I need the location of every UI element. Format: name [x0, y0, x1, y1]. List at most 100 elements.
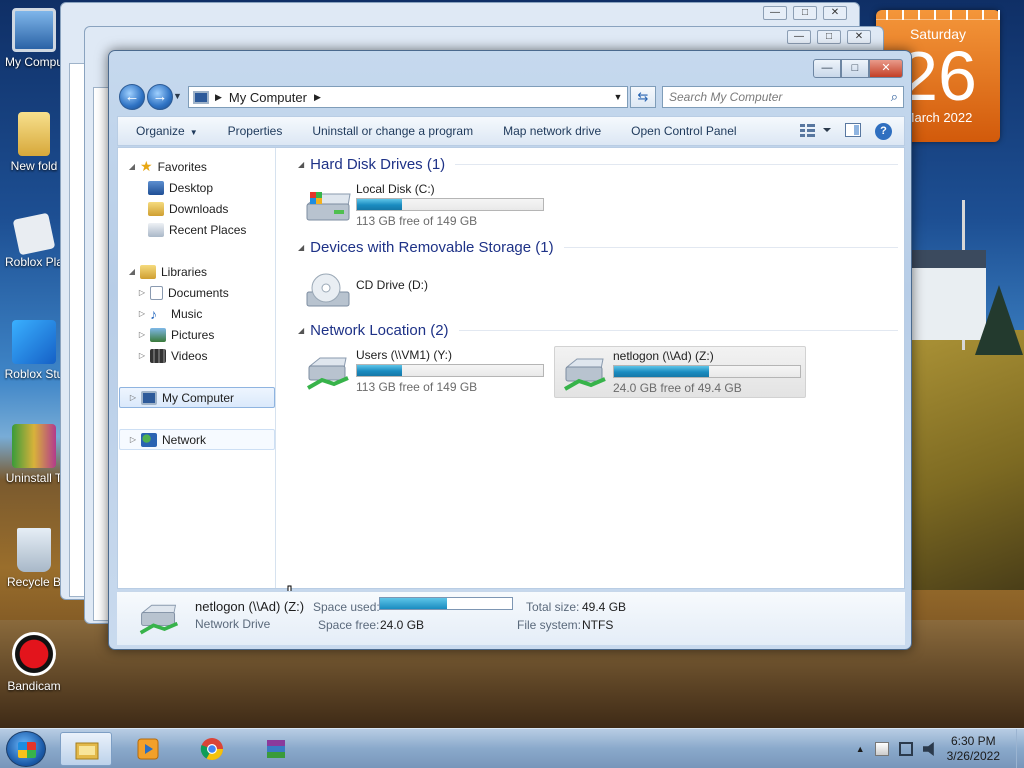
- collapse-arrow-icon[interactable]: ▷: [138, 351, 146, 360]
- desktop-icon-bandicam[interactable]: Bandicam: [0, 632, 68, 693]
- refresh-button[interactable]: ⇆: [630, 86, 656, 108]
- nav-videos[interactable]: ▷ Videos: [118, 345, 276, 366]
- desktop-icon-uninstall-tool[interactable]: Uninstall T: [0, 424, 68, 485]
- drive-y-usage-fill: [357, 365, 402, 376]
- group-network-location[interactable]: ◢ Network Location (2): [298, 322, 898, 339]
- view-options-button[interactable]: [799, 123, 831, 140]
- help-icon[interactable]: ?: [875, 122, 892, 140]
- drive-cd-d[interactable]: CD Drive (D:): [298, 264, 550, 316]
- arrow-right-icon: →: [152, 88, 168, 105]
- details-file-system-value: NTFS: [582, 618, 614, 632]
- nav-my-computer[interactable]: ▷ My Computer: [119, 387, 275, 408]
- network-drive-icon: [307, 357, 349, 390]
- collapse-arrow-icon[interactable]: ▷: [129, 393, 137, 402]
- background-window-2-controls: — □ ✕: [787, 30, 871, 44]
- nav-documents[interactable]: ▷ Documents: [118, 282, 276, 303]
- back-button[interactable]: ←: [119, 84, 145, 110]
- chevron-right-icon[interactable]: ▶: [215, 92, 222, 103]
- breadcrumb-my-computer[interactable]: My Computer: [229, 90, 307, 105]
- collapse-group-icon[interactable]: ◢: [298, 243, 304, 252]
- drive-c-usage-fill: [357, 199, 402, 210]
- drive-y-usage-bar: [356, 364, 544, 377]
- nav-downloads[interactable]: Downloads: [118, 198, 276, 219]
- content-area: ◢ ★ Favorites Desktop Downloads Recent P…: [117, 147, 905, 608]
- desktop-icon-recycle-bin[interactable]: Recycle B: [0, 528, 68, 589]
- nav-videos-label: Videos: [171, 348, 208, 363]
- recent-pages-dropdown[interactable]: ▼: [173, 91, 182, 101]
- properties-button[interactable]: Properties: [213, 124, 298, 138]
- taskbar-winrar[interactable]: [250, 732, 302, 766]
- volume-icon[interactable]: [922, 742, 934, 756]
- drive-z-usage-fill: [614, 366, 709, 377]
- address-bar[interactable]: ▶ My Computer ▶ ▼: [188, 86, 628, 108]
- desktop-icon-roblox-studio[interactable]: Roblox Stu: [0, 320, 68, 381]
- drive-users-y[interactable]: Users (\\VM1) (Y:) 113 GB free of 149 GB: [298, 346, 550, 398]
- desktop-icon-my-computer[interactable]: My Compu: [0, 8, 68, 69]
- nav-libraries[interactable]: ◢ Libraries: [118, 261, 276, 282]
- start-button[interactable]: [6, 731, 46, 767]
- taskbar-chrome[interactable]: [186, 732, 238, 766]
- nav-favorites[interactable]: ◢ ★ Favorites: [118, 156, 276, 177]
- expand-arrow-icon[interactable]: ◢: [128, 162, 136, 171]
- group-removable-storage[interactable]: ◢ Devices with Removable Storage (1): [298, 239, 898, 256]
- collapse-group-icon[interactable]: ◢: [298, 326, 304, 335]
- minimize-icon[interactable]: —: [763, 6, 787, 20]
- forward-button[interactable]: →: [147, 84, 173, 110]
- nav-recent-places[interactable]: Recent Places: [118, 219, 276, 240]
- nav-desktop[interactable]: Desktop: [118, 177, 276, 198]
- details-space-used-label: Space used:: [313, 600, 380, 614]
- show-hidden-icons-button[interactable]: ▲: [856, 744, 865, 754]
- search-icon[interactable]: ⌕: [891, 89, 898, 105]
- collapse-arrow-icon[interactable]: ▷: [138, 288, 146, 297]
- uninstall-tool-icon: [12, 424, 56, 468]
- collapse-group-icon[interactable]: ◢: [298, 160, 304, 169]
- drive-netlogon-z[interactable]: netlogon (\\Ad) (Z:) 24.0 GB free of 49.…: [554, 346, 806, 398]
- action-center-flag-icon[interactable]: [874, 742, 889, 756]
- address-history-dropdown[interactable]: ▼: [609, 92, 627, 102]
- group-hard-disk-drives-title: Hard Disk Drives (1): [310, 156, 446, 173]
- nav-network[interactable]: ▷ Network: [119, 429, 275, 450]
- preview-pane-button[interactable]: [845, 122, 861, 140]
- desktop-icon-roblox-player[interactable]: Roblox Pla: [0, 212, 68, 269]
- details-usage-fill: [380, 598, 448, 609]
- recent-places-icon: [148, 222, 164, 237]
- organize-button[interactable]: Organize ▼: [118, 124, 213, 138]
- downloads-folder-icon: [148, 201, 164, 216]
- clock[interactable]: 6:30 PM 3/26/2022: [947, 734, 1000, 764]
- close-icon[interactable]: ✕: [847, 30, 871, 44]
- collapse-arrow-icon[interactable]: ▷: [129, 435, 137, 444]
- group-hard-disk-drives[interactable]: ◢ Hard Disk Drives (1): [298, 156, 898, 173]
- search-input[interactable]: Search My Computer ⌕: [662, 86, 904, 108]
- maximize-icon[interactable]: □: [817, 30, 841, 44]
- computer-icon: [193, 90, 209, 104]
- explorer-window[interactable]: — □ ✕ ← → ▼ ▶ My Computer ▶ ▼ ⇆ Search M…: [108, 50, 912, 650]
- uninstall-program-button[interactable]: Uninstall or change a program: [297, 124, 488, 138]
- videos-icon: [150, 348, 166, 363]
- open-control-panel-button[interactable]: Open Control Panel: [616, 124, 751, 138]
- nav-music[interactable]: ▷ ♪ Music: [118, 303, 276, 324]
- desktop-icon-new-folder[interactable]: New fold: [0, 112, 68, 173]
- chevron-right-icon[interactable]: ▶: [314, 92, 321, 103]
- minimize-button[interactable]: —: [813, 59, 841, 78]
- collapse-arrow-icon[interactable]: ▷: [138, 309, 146, 318]
- nav-pictures-label: Pictures: [171, 327, 215, 342]
- nav-desktop-label: Desktop: [169, 180, 214, 195]
- close-button[interactable]: ✕: [869, 59, 903, 78]
- nav-pictures[interactable]: ▷ Pictures: [118, 324, 276, 345]
- drive-c-name: Local Disk (C:): [356, 182, 435, 196]
- show-desktop-button[interactable]: [1016, 729, 1024, 768]
- taskbar-media-player[interactable]: [122, 732, 174, 766]
- arrow-left-icon: ←: [124, 88, 140, 105]
- minimize-icon[interactable]: —: [787, 30, 811, 44]
- network-drive-icon: [139, 604, 179, 635]
- close-icon[interactable]: ✕: [823, 6, 847, 20]
- drive-local-disk-c[interactable]: Local Disk (C:) 113 GB free of 149 GB: [298, 180, 550, 232]
- refresh-icon: ⇆: [637, 89, 649, 104]
- network-status-icon[interactable]: [898, 742, 913, 756]
- collapse-arrow-icon[interactable]: ▷: [138, 330, 146, 339]
- maximize-icon[interactable]: □: [793, 6, 817, 20]
- map-network-drive-button[interactable]: Map network drive: [488, 124, 616, 138]
- maximize-button[interactable]: □: [841, 59, 869, 78]
- expand-arrow-icon[interactable]: ◢: [128, 267, 136, 276]
- taskbar-explorer[interactable]: [60, 732, 112, 766]
